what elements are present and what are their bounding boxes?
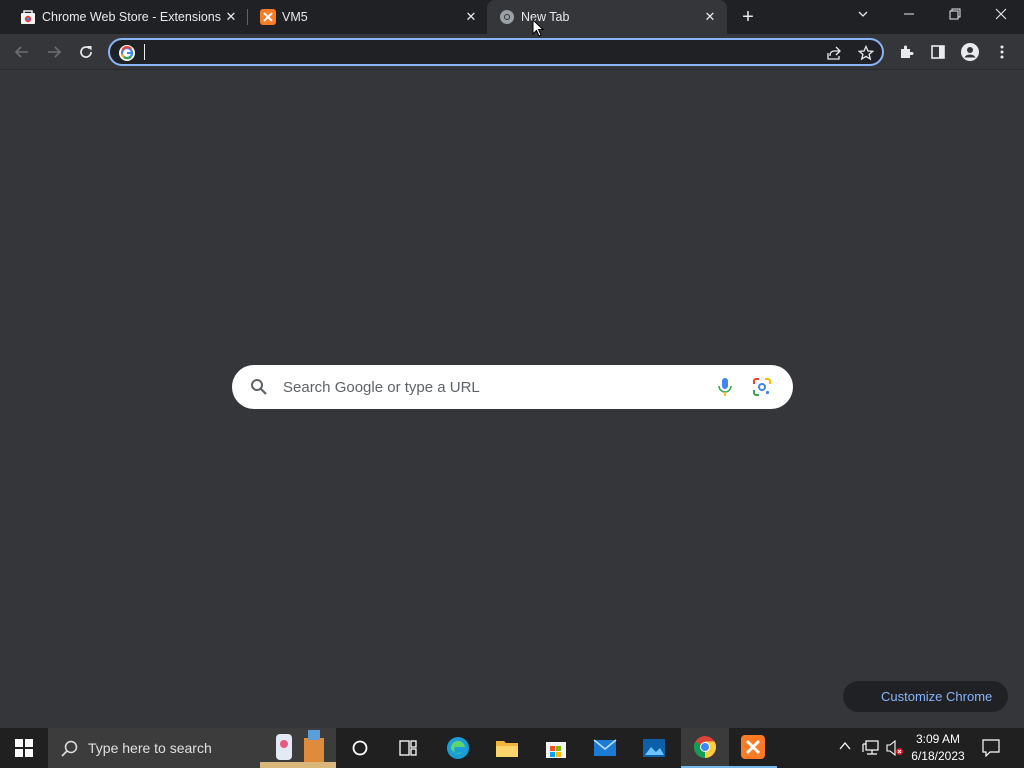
profile-avatar-icon[interactable] xyxy=(958,40,982,64)
photos-icon xyxy=(643,739,665,757)
menu-kebab-icon[interactable] xyxy=(990,40,1014,64)
text-caret xyxy=(144,44,145,60)
tab-new-tab[interactable]: New Tab ✕ xyxy=(487,0,727,34)
microsoft-store-button[interactable] xyxy=(532,728,580,768)
mail-icon xyxy=(593,739,617,756)
tab-title: VM5 xyxy=(282,10,308,24)
tab-close-icon[interactable]: ✕ xyxy=(462,8,480,26)
volume-muted-icon xyxy=(886,739,903,757)
network-icon xyxy=(862,740,879,755)
volume-button[interactable] xyxy=(886,739,904,762)
tab-close-icon[interactable]: ✕ xyxy=(701,8,719,26)
mail-button[interactable] xyxy=(581,728,629,768)
folder-icon xyxy=(496,741,518,757)
search-icon xyxy=(251,379,267,395)
tab-title: Chrome Web Store - Extensions xyxy=(42,10,222,24)
cortana-button[interactable] xyxy=(336,728,384,768)
clock-time: 3:09 AM xyxy=(915,732,961,746)
extensions-icon[interactable] xyxy=(894,40,918,64)
google-lens-icon[interactable] xyxy=(753,378,771,396)
task-view-button[interactable] xyxy=(384,728,432,768)
reload-icon[interactable] xyxy=(74,40,98,64)
photos-app-button[interactable] xyxy=(630,728,678,768)
windows-taskbar: Type here to search 3:09 AM 6/18/2023 xyxy=(0,728,1024,768)
tab-strip: Chrome Web Store - Extensions ✕ VM5 ✕ Ne… xyxy=(0,0,1024,34)
chevron-up-icon xyxy=(839,741,851,750)
close-window-icon[interactable] xyxy=(981,0,1021,30)
side-panel-icon[interactable] xyxy=(926,40,950,64)
store-icon xyxy=(546,742,566,758)
network-button[interactable] xyxy=(862,739,880,762)
restore-icon[interactable] xyxy=(935,0,975,30)
new-tab-icon[interactable]: + xyxy=(737,6,759,28)
taskbar-search-box[interactable]: Type here to search xyxy=(48,728,336,768)
tab-title: New Tab xyxy=(521,10,570,24)
ntp-search-box[interactable]: Search Google or type a URL xyxy=(232,365,793,409)
clock-date: 6/18/2023 xyxy=(911,749,965,763)
customize-chrome-label: Customize Chrome xyxy=(881,689,993,704)
file-explorer-button[interactable] xyxy=(483,728,531,768)
notification-icon xyxy=(982,739,1000,758)
browser-toolbar xyxy=(0,34,1024,70)
xampp-icon xyxy=(260,9,276,25)
cortana-icon xyxy=(352,740,368,756)
share-icon[interactable] xyxy=(822,41,846,65)
chrome-web-store-icon xyxy=(21,10,35,24)
google-icon xyxy=(119,45,135,61)
voice-search-icon[interactable] xyxy=(718,378,732,396)
edge-taskbar-button[interactable] xyxy=(434,728,482,768)
customize-chrome-button[interactable]: Customize Chrome xyxy=(843,681,1008,712)
system-clock[interactable]: 3:09 AM 6/18/2023 xyxy=(908,731,968,765)
mouse-cursor-icon xyxy=(532,19,544,37)
edge-icon xyxy=(447,737,469,759)
search-highlight-illustration-icon xyxy=(260,730,336,768)
tab-vm5[interactable]: VM5 ✕ xyxy=(248,0,486,34)
forward-icon[interactable] xyxy=(42,40,66,64)
chrome-icon xyxy=(500,10,514,24)
chrome-icon xyxy=(694,736,716,758)
search-placeholder: Search Google or type a URL xyxy=(283,379,480,396)
action-center-button[interactable] xyxy=(982,739,1000,762)
search-icon xyxy=(61,740,78,757)
task-view-icon xyxy=(399,740,417,756)
chrome-taskbar-button[interactable] xyxy=(681,728,729,768)
xampp-icon xyxy=(741,735,765,759)
show-hidden-icons-button[interactable] xyxy=(838,739,852,758)
omnibox-input[interactable] xyxy=(144,43,804,61)
tab-chrome-web-store[interactable]: Chrome Web Store - Extensions ✕ xyxy=(8,0,246,34)
bookmark-star-icon[interactable] xyxy=(854,41,878,65)
taskbar-search-placeholder: Type here to search xyxy=(88,740,212,756)
address-bar[interactable] xyxy=(108,38,884,66)
tab-search-icon[interactable] xyxy=(843,0,883,30)
start-button[interactable] xyxy=(0,728,48,768)
xampp-taskbar-button[interactable] xyxy=(729,728,777,768)
windows-logo-icon xyxy=(15,739,33,757)
tab-close-icon[interactable]: ✕ xyxy=(222,8,240,26)
back-icon[interactable] xyxy=(10,40,34,64)
minimize-icon[interactable] xyxy=(889,0,929,30)
